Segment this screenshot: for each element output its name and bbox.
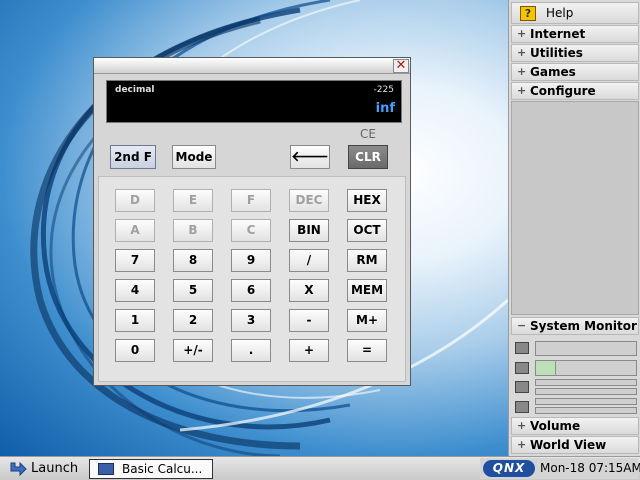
shelf-empty-area	[511, 101, 639, 315]
taskbar: Launch Basic Calcu... QNX Mon-18 07:15AM	[0, 456, 640, 480]
launch-label: Launch	[31, 461, 79, 476]
key-f-button[interactable]: F	[231, 189, 271, 212]
shelf-menu-games[interactable]: + Games	[511, 63, 639, 81]
expand-icon: +	[517, 84, 527, 97]
system-tray: QNX Mon-18 07:15AM	[480, 458, 640, 479]
key-5-button[interactable]: 5	[173, 279, 213, 302]
close-button[interactable]: ✕	[393, 59, 409, 73]
taskbar-window-calculator[interactable]: Basic Calcu...	[89, 459, 213, 479]
shelf-help-label: Help	[546, 6, 574, 20]
memory-usage-fill	[536, 361, 556, 375]
key-divide-button[interactable]: /	[289, 249, 329, 272]
network-icon	[515, 401, 529, 413]
memory-value: -225	[373, 85, 394, 95]
key-6-button[interactable]: 6	[231, 279, 271, 302]
clear-entry-label[interactable]: CE	[360, 127, 376, 141]
network-usage-bar-2	[535, 407, 637, 414]
expand-icon: +	[517, 419, 527, 432]
key-rm-button[interactable]: RM	[347, 249, 387, 272]
shelf-menu-utilities[interactable]: + Utilities	[511, 44, 639, 62]
key-c-button[interactable]: C	[231, 219, 271, 242]
key-oct-button[interactable]: OCT	[347, 219, 387, 242]
calculator-window-icon	[98, 463, 114, 475]
window-titlebar[interactable]: ✕	[94, 58, 410, 74]
second-function-button[interactable]: 2nd F	[110, 145, 156, 169]
network-usage-bar	[535, 398, 637, 405]
volume-label: Volume	[530, 419, 581, 433]
expand-icon: +	[517, 27, 527, 40]
key-memory-add-button[interactable]: M+	[347, 309, 387, 332]
key-b-button[interactable]: B	[173, 219, 213, 242]
keypad: D E F DEC HEX A B C BIN OCT 7 8 9 / RM 4 5 6 X MEM 1 2 3- M+ 0 +/…	[98, 176, 406, 382]
shelf-volume[interactable]: + Volume	[511, 417, 639, 435]
key-multiply-button[interactable]: X	[289, 279, 329, 302]
cpu-icon	[515, 342, 529, 354]
key-7-button[interactable]: 7	[115, 249, 155, 272]
help-book-icon: ?	[520, 6, 536, 21]
shelf-help[interactable]: ? Help	[511, 2, 639, 24]
key-3-button[interactable]: 3	[231, 309, 271, 332]
launch-button[interactable]: Launch	[4, 459, 82, 479]
mode-button[interactable]: Mode	[172, 145, 216, 169]
calculator-window: ✕ decimal -225 inf CE 2nd F Mode 🡐 CLR D…	[93, 57, 411, 386]
network-monitor	[511, 397, 639, 417]
shelf-menu-label: Internet	[530, 27, 586, 41]
disk-monitor	[511, 377, 639, 397]
shelf-menu-label: Configure	[530, 84, 596, 98]
key-d-button[interactable]: D	[115, 189, 155, 212]
cpu-usage-bar	[535, 341, 637, 356]
memory-icon	[515, 362, 529, 374]
key-decimal-point-button[interactable]: .	[231, 339, 271, 362]
memory-usage-bar	[535, 360, 637, 376]
shelf-menu-label: Games	[530, 65, 576, 79]
calculator-display: decimal -225 inf	[106, 80, 402, 123]
clock[interactable]: Mon-18 07:15AM	[540, 461, 640, 475]
shelf-system-monitor[interactable]: − System Monitor	[511, 317, 639, 335]
expand-icon: +	[517, 46, 527, 59]
qnx-logo[interactable]: QNX	[483, 460, 535, 477]
number-mode-label: decimal	[115, 85, 155, 95]
shelf-menu-internet[interactable]: + Internet	[511, 25, 639, 43]
backspace-button[interactable]: 🡐	[290, 145, 330, 169]
disk-usage-bar	[535, 379, 637, 386]
world-view-label: World View	[530, 438, 607, 452]
shelf-menu-label: Utilities	[530, 46, 583, 60]
disk-icon	[515, 381, 529, 393]
system-monitor-label: System Monitor	[530, 319, 637, 333]
key-minus-button[interactable]: -	[289, 309, 329, 332]
shelf-menu-configure[interactable]: + Configure	[511, 82, 639, 100]
shelf-panel: ? Help + Internet + Utilities + Games + …	[508, 0, 640, 456]
memory-monitor	[511, 358, 639, 378]
cpu-monitor	[511, 338, 639, 358]
key-e-button[interactable]: E	[173, 189, 213, 212]
key-equals-button[interactable]: =	[347, 339, 387, 362]
key-9-button[interactable]: 9	[231, 249, 271, 272]
shelf-world-view[interactable]: + World View	[511, 436, 639, 454]
key-8-button[interactable]: 8	[173, 249, 213, 272]
clear-button[interactable]: CLR	[348, 145, 388, 169]
expand-icon: +	[517, 65, 527, 78]
key-sign-toggle-button[interactable]: +/-	[173, 339, 213, 362]
result-value: inf	[375, 101, 395, 116]
disk-usage-bar-2	[535, 388, 637, 395]
key-mem-button[interactable]: MEM	[347, 279, 387, 302]
key-bin-button[interactable]: BIN	[289, 219, 329, 242]
key-a-button[interactable]: A	[115, 219, 155, 242]
expand-icon: +	[517, 438, 527, 451]
launch-arrow-icon	[10, 462, 27, 476]
key-2-button[interactable]: 2	[173, 309, 213, 332]
key-plus-button[interactable]: +	[289, 339, 329, 362]
key-0-button[interactable]: 0	[115, 339, 155, 362]
key-hex-button[interactable]: HEX	[347, 189, 387, 212]
key-1-button[interactable]: 1	[115, 309, 155, 332]
collapse-icon: −	[517, 319, 527, 332]
taskbar-window-label: Basic Calcu...	[122, 462, 203, 476]
key-dec-button[interactable]: DEC	[289, 189, 329, 212]
key-4-button[interactable]: 4	[115, 279, 155, 302]
